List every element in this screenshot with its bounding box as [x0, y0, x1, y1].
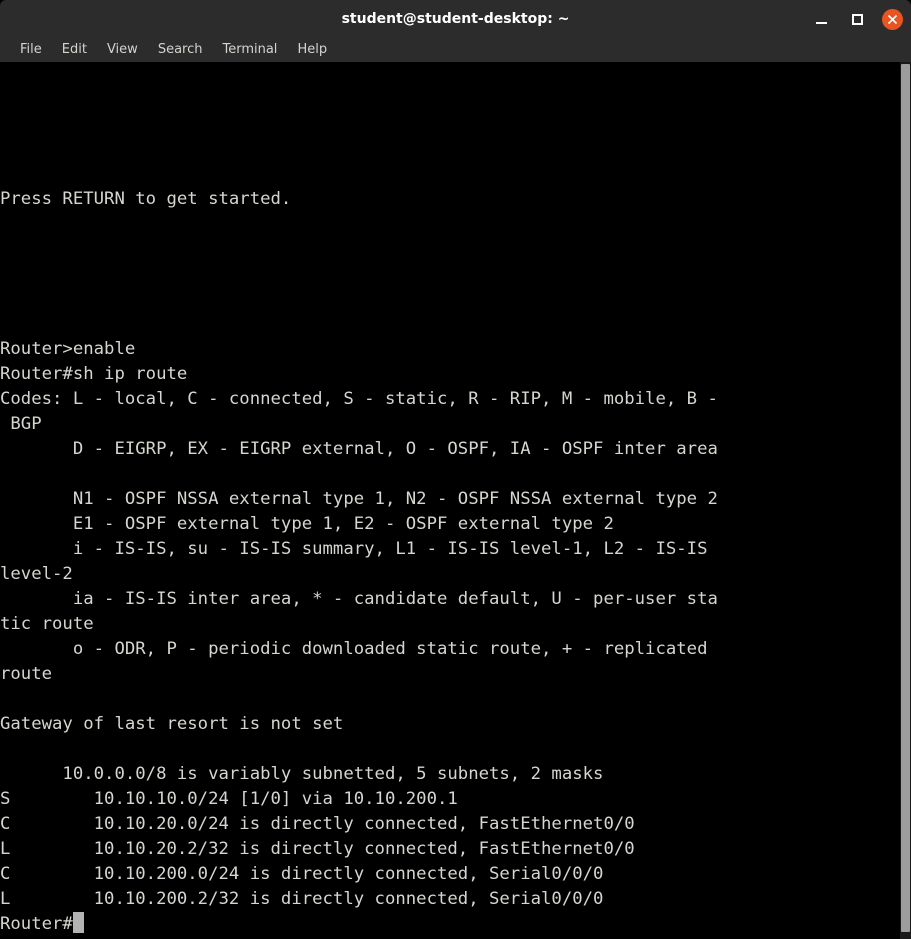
terminal-window: student@student-desktop: ~ File Edit Vie…: [0, 0, 911, 939]
window-controls: [810, 0, 903, 38]
menu-item-help[interactable]: Help: [287, 40, 337, 60]
terminal-area[interactable]: Press RETURN to get started. Router>enab…: [0, 62, 911, 939]
minimize-icon: [815, 21, 827, 24]
terminal-line: D - EIGRP, EX - EIGRP external, O - OSPF…: [0, 439, 718, 459]
terminal-scrollbar[interactable]: [900, 62, 911, 939]
menu-item-search[interactable]: Search: [148, 40, 213, 60]
window-titlebar[interactable]: student@student-desktop: ~: [0, 0, 911, 38]
maximize-button[interactable]: [846, 8, 868, 30]
menubar: File Edit View Search Terminal Help: [0, 38, 911, 62]
terminal-line: ia - IS-IS inter area, * - candidate def…: [0, 589, 718, 609]
terminal-output[interactable]: Press RETURN to get started. Router>enab…: [0, 62, 900, 939]
menu-item-file[interactable]: File: [10, 40, 52, 60]
terminal-line: o - ODR, P - periodic downloaded static …: [0, 639, 708, 659]
terminal-line: Codes: L - local, C - connected, S - sta…: [0, 389, 718, 409]
terminal-line: BGP: [0, 414, 42, 434]
terminal-line: Router#sh ip route: [0, 364, 188, 384]
terminal-line: E1 - OSPF external type 1, E2 - OSPF ext…: [0, 514, 614, 534]
window-title: student@student-desktop: ~: [341, 11, 570, 27]
terminal-line: Press RETURN to get started.: [0, 189, 292, 209]
terminal-line: L 10.10.20.2/32 is directly connected, F…: [0, 839, 635, 859]
terminal-line: L 10.10.200.2/32 is directly connected, …: [0, 889, 604, 909]
menu-item-edit[interactable]: Edit: [52, 40, 97, 60]
terminal-line: Router>enable: [0, 339, 136, 359]
terminal-line: S 10.10.10.0/24 [1/0] via 10.10.200.1: [0, 789, 458, 809]
terminal-prompt: Router#: [0, 914, 73, 934]
menu-item-view[interactable]: View: [97, 40, 148, 60]
menu-item-terminal[interactable]: Terminal: [212, 40, 287, 60]
terminal-line: tic route: [0, 614, 94, 634]
terminal-line: Gateway of last resort is not set: [0, 714, 344, 734]
terminal-line: C 10.10.20.0/24 is directly connected, F…: [0, 814, 635, 834]
maximize-icon: [851, 13, 863, 25]
close-icon: [887, 14, 898, 24]
terminal-line: i - IS-IS, su - IS-IS summary, L1 - IS-I…: [0, 539, 708, 559]
minimize-button[interactable]: [810, 8, 832, 30]
terminal-line: N1 - OSPF NSSA external type 1, N2 - OSP…: [0, 489, 718, 509]
scrollbar-thumb[interactable]: [901, 64, 910, 933]
terminal-line: 10.0.0.0/8 is variably subnetted, 5 subn…: [0, 764, 604, 784]
terminal-line: route: [0, 664, 53, 684]
terminal-prompt-line[interactable]: Router#: [0, 912, 900, 937]
terminal-line: level-2: [0, 564, 73, 584]
close-button[interactable]: [882, 8, 903, 30]
terminal-line: C 10.10.200.0/24 is directly connected, …: [0, 864, 604, 884]
terminal-cursor: [72, 912, 84, 933]
